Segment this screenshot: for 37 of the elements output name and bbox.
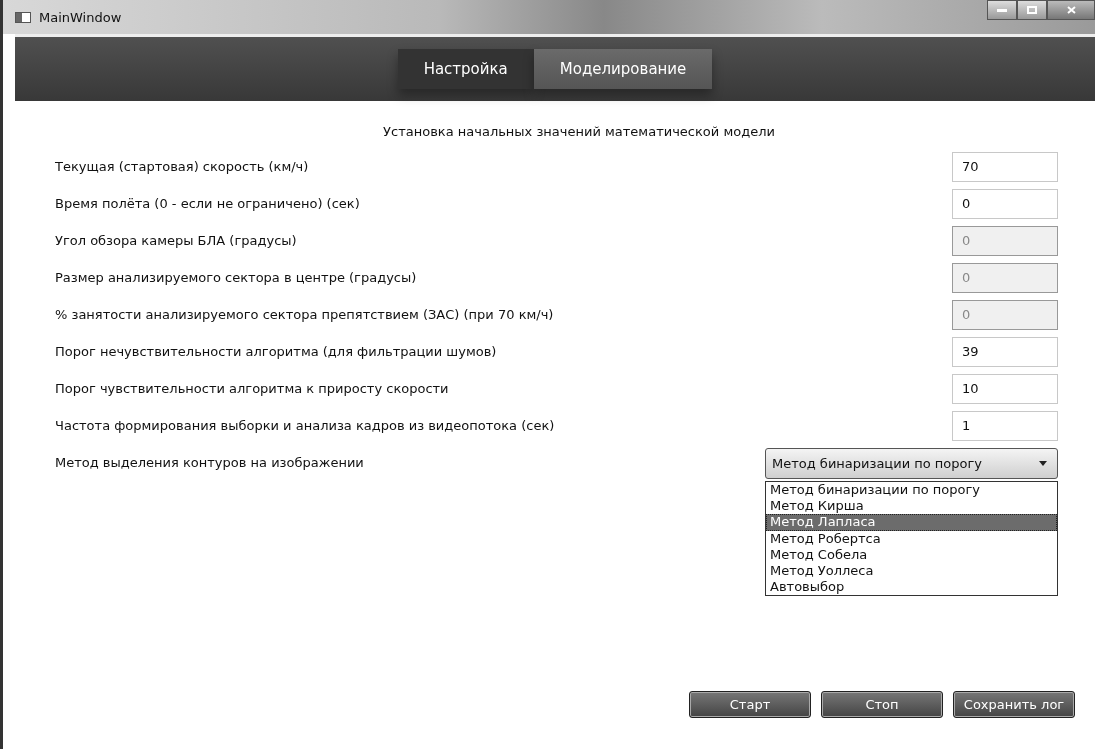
maximize-button[interactable] [1017,0,1047,20]
input-field[interactable]: 10 [952,373,1058,404]
field-label: Частота формирования выборки и анализа кадров из видеопотока (сек) [55,418,556,433]
field-label: Порог нечувствительности алгоритма (для фильтрации шумов) [55,344,498,359]
dropdown-option[interactable]: Метод бинаризации по порогу [766,482,1057,499]
minimize-icon [997,8,1007,12]
field-label: % занятости анализируемого сектора препятствием (ЗАС) (при 70 км/ч) [55,307,555,322]
field-label: Метод выделения контуров на изображении [55,454,365,470]
dropdown-option[interactable]: Метод Уоллеса [766,562,1057,580]
input-field[interactable]: 39 [952,336,1058,367]
section-heading: Установка начальных значений математической модели [382,124,776,139]
input-field[interactable]: 0 [952,188,1058,219]
window-icon [15,11,31,23]
tab[interactable]: Моделирование [533,49,713,89]
dropdown-option[interactable]: Метод Собела [766,546,1057,563]
action-button[interactable]: Старт [689,691,811,719]
tab[interactable]: Настройка [397,49,534,89]
minimize-button[interactable] [987,0,1017,20]
input-field[interactable]: 70 [952,151,1058,182]
dropdown-option[interactable]: Метод Робертса [766,530,1057,547]
action-button[interactable]: Стоп [821,691,943,719]
field-label: Порог чувствительности алгоритма к приросту скорости [55,381,450,396]
input-field[interactable]: 1 [952,410,1058,441]
field-label: Угол обзора камеры БЛА (градусы) [55,233,298,248]
field-label: Текущая (стартовая) скорость (км/ч) [55,159,310,174]
dropdown-option[interactable]: Автовыбор [766,579,1057,596]
dropdown[interactable]: Метод бинаризации по порогу [765,448,1058,479]
window-title: MainWindow [39,9,122,25]
field-label: Размер анализируемого сектора в центре (градусы) [55,270,418,285]
action-button[interactable]: Сохранить лог [953,691,1075,719]
close-button[interactable] [1047,0,1095,20]
maximize-icon [1027,6,1037,14]
dropdown-option[interactable]: Метод Кирша [766,498,1057,515]
close-icon [1066,6,1076,14]
dropdown-option[interactable]: Метод Лапласа [766,514,1057,531]
caret-icon [1039,461,1047,466]
field-label: Время полёта (0 - если не ограничено) (сек) [55,196,361,211]
